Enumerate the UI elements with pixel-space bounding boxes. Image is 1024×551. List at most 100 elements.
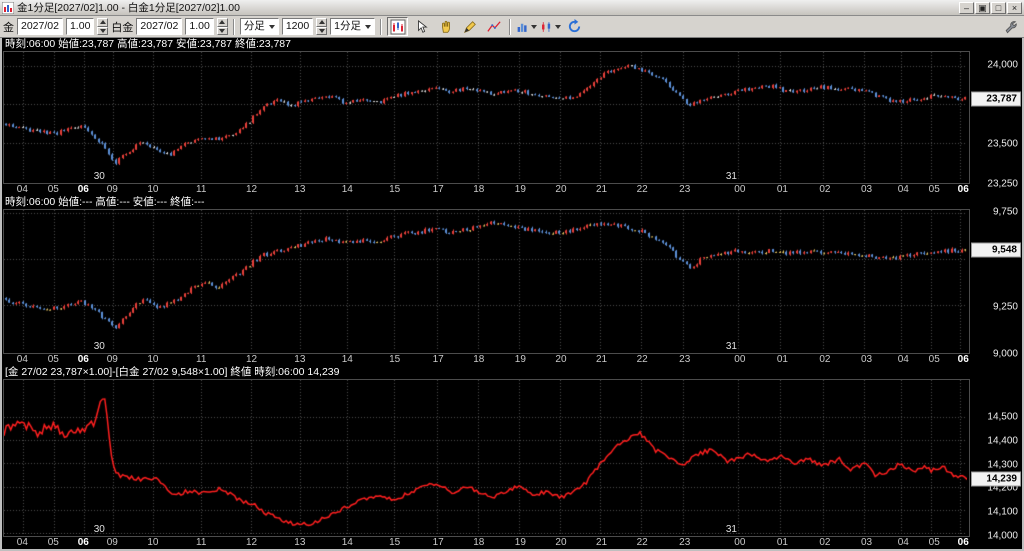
x-axis-tick: 21 xyxy=(596,537,608,548)
gold-info-line: 時刻:06:00 始値:23,787 高値:23,787 安値:23,787 終… xyxy=(5,38,291,50)
window-buttons: – ▣ □ × xyxy=(959,1,1022,14)
cursor-icon xyxy=(417,19,428,33)
current-price-badge: 14,239 xyxy=(971,471,1021,487)
y-axis-label: 24,000 xyxy=(987,59,1018,71)
gold-multiplier-stepper[interactable] xyxy=(97,18,109,35)
gold-label: 金 xyxy=(3,21,14,34)
x-axis-tick: 22 xyxy=(636,354,648,365)
current-price-badge: 23,787 xyxy=(971,91,1021,107)
platinum-multiplier-field[interactable]: 1.00 xyxy=(185,18,214,35)
candlestick-icon xyxy=(542,21,551,32)
pencil-icon xyxy=(463,20,476,33)
y-axis-label: 9,000 xyxy=(992,348,1018,360)
chart-type-menu-button[interactable] xyxy=(540,17,562,36)
spread-info-line: [金 27/02 23,787×1.00]-[白金 27/02 9,548×1.… xyxy=(5,366,340,378)
y-axis-label: 14,000 xyxy=(987,530,1018,542)
spread-y-axis: 14,500 14,400 14,300 14,200 14,100 14,000 14,2… xyxy=(970,379,1022,541)
bar-count-stepper[interactable] xyxy=(316,18,328,35)
chart-display-button[interactable] xyxy=(387,17,409,36)
x-axis-tick: 13 xyxy=(294,184,306,195)
platinum-info-line: 時刻:06:00 始値:--- 高値:--- 安値:--- 終値:--- xyxy=(5,196,205,208)
x-axis-tick: 06 xyxy=(77,184,89,195)
gold-contract-field[interactable]: 2027/02 xyxy=(17,18,63,35)
x-axis-tick: 15 xyxy=(389,537,401,548)
trendline-tool-button[interactable] xyxy=(483,17,505,36)
x-axis-tick: 14 xyxy=(341,354,353,365)
close-button[interactable]: × xyxy=(1007,1,1022,14)
x-axis-tick: 10 xyxy=(147,184,159,195)
x-axis-tick: 05 xyxy=(47,354,59,365)
x-axis-tick: 11 xyxy=(196,354,207,365)
refresh-button[interactable] xyxy=(564,17,586,36)
spin-up-button[interactable] xyxy=(316,18,328,27)
gold-plot: 30 31 xyxy=(3,51,970,184)
x-axis-tick: 23 xyxy=(679,354,691,365)
x-axis-tick: 23 xyxy=(679,184,691,195)
chart-display-icon xyxy=(390,19,406,34)
gold-multiplier-field[interactable]: 1.00 xyxy=(65,18,95,35)
x-axis-tick: 23 xyxy=(679,537,691,548)
x-axis-tick: 09 xyxy=(106,537,118,548)
platinum-x-axis: 04 05 06 09 10 11 12 13 14 15 17 18 19 20 21 22 23 00 01 02… xyxy=(3,354,970,366)
x-axis-tick: 01 xyxy=(776,354,788,365)
bar-count-field[interactable]: 1200 xyxy=(281,18,314,35)
x-axis-tick: 06 xyxy=(957,354,969,365)
spread-chart-canvas[interactable] xyxy=(4,380,967,534)
spin-down-button[interactable] xyxy=(316,26,328,35)
chevron-down-icon xyxy=(555,24,562,29)
platinum-chart-canvas[interactable] xyxy=(4,210,967,351)
toolbar: 金 2027/02 1.00 白金 2027/02 1.00 分足 1200 1… xyxy=(0,16,1024,38)
minimize-button[interactable]: – xyxy=(959,1,974,14)
period-type-select[interactable]: 分足 xyxy=(239,18,279,35)
x-axis-tick: 02 xyxy=(819,354,831,365)
x-axis-tick: 13 xyxy=(294,537,306,548)
x-axis-tick: 18 xyxy=(473,184,485,195)
x-axis-tick: 10 xyxy=(147,354,159,365)
x-axis-tick: 19 xyxy=(514,354,526,365)
x-axis-tick: 17 xyxy=(432,537,444,548)
pencil-tool-button[interactable] xyxy=(459,17,481,36)
x-axis-tick: 22 xyxy=(636,184,648,195)
x-axis-tick: 14 xyxy=(341,537,353,548)
cursor-tool-button[interactable] xyxy=(411,17,433,36)
indicator-menu-button[interactable] xyxy=(516,17,538,36)
x-axis-tick: 04 xyxy=(16,354,28,365)
y-axis-label: 14,500 xyxy=(987,411,1018,423)
hand-tool-button[interactable] xyxy=(435,17,457,36)
maximize-button[interactable]: □ xyxy=(991,1,1006,14)
interval-select[interactable]: 1分足 xyxy=(330,18,376,35)
x-axis-tick: 12 xyxy=(245,354,258,365)
spread-x-axis: 04 05 06 09 10 11 12 13 14 15 17 18 19 20 21 22 23 00 01 02… xyxy=(3,537,970,549)
refresh-icon xyxy=(568,19,581,33)
gold-y-axis: 24,000 23,500 23,250 23,787 xyxy=(970,51,1022,190)
x-axis-tick: 09 xyxy=(106,184,118,195)
spin-down-button[interactable] xyxy=(216,26,228,35)
platinum-multiplier-stepper[interactable] xyxy=(216,18,228,35)
x-axis-tick: 19 xyxy=(514,537,526,548)
gold-chart-canvas[interactable] xyxy=(4,52,967,181)
x-axis-tick: 06 xyxy=(957,184,969,195)
x-axis-tick: 22 xyxy=(636,537,648,548)
spin-down-button[interactable] xyxy=(97,26,109,35)
x-axis-tick: 13 xyxy=(294,354,306,365)
x-axis-tick: 06 xyxy=(77,537,89,548)
app-icon xyxy=(2,1,14,14)
trendline-icon xyxy=(486,20,501,32)
y-axis-label: 9,250 xyxy=(992,301,1018,313)
x-axis-tick: 09 xyxy=(106,354,118,365)
spin-up-button[interactable] xyxy=(216,18,228,27)
spread-plot: 30 31 xyxy=(3,379,970,537)
settings-button[interactable] xyxy=(1000,17,1021,36)
x-axis-tick: 05 xyxy=(47,537,59,548)
platinum-contract-field[interactable]: 2027/02 xyxy=(136,18,183,35)
x-axis-tick: 21 xyxy=(596,184,608,195)
restore-button[interactable]: ▣ xyxy=(975,1,990,14)
spin-up-button[interactable] xyxy=(97,18,109,27)
x-axis-tick: 05 xyxy=(928,354,940,365)
title-bar[interactable]: 金1分足[2027/02]1.00 - 白金1分足[2027/02]1.00 –… xyxy=(0,0,1024,16)
x-axis-tick: 20 xyxy=(555,184,567,195)
day-marker: 31 xyxy=(725,524,737,535)
day-marker: 30 xyxy=(93,524,105,535)
chart-area: 時刻:06:00 始値:23,787 高値:23,787 安値:23,787 終… xyxy=(2,38,1022,549)
day-marker: 31 xyxy=(725,341,737,352)
